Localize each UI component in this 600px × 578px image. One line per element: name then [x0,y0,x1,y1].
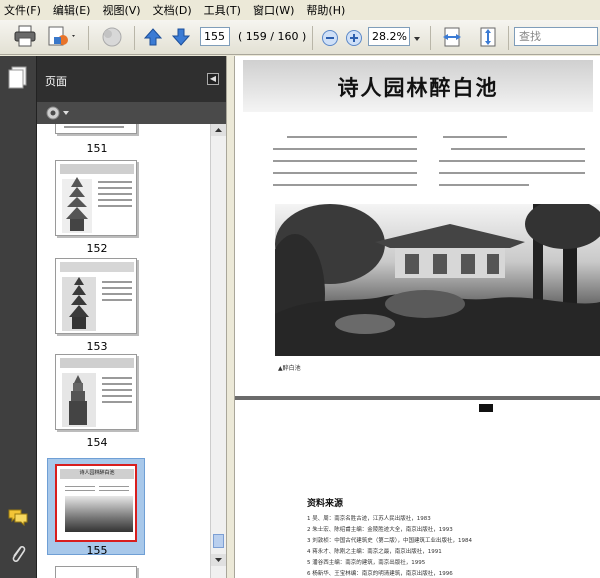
print-button[interactable] [12,24,38,48]
scroll-up-icon[interactable] [211,124,226,136]
garden-photo [275,204,600,356]
panel-options [37,102,226,124]
title-band: 诗人园林醉白池 [243,60,593,112]
scan-mark [479,404,493,412]
page-number-input[interactable]: 155 [200,27,230,46]
thumbnail-label: 152 [86,242,108,255]
zoom-in-button[interactable] [344,26,364,50]
panel-splitter[interactable] [226,56,235,578]
thumbnail-156[interactable] [55,566,137,578]
comments-icon [8,509,28,527]
thumbnail-label: 151 [86,142,108,155]
menu-tools[interactable]: 工具(T) [204,2,241,18]
toolbar: 155 ( 159 / 160 ) 28.2% 查找 [0,20,600,55]
fit-width-icon [443,27,461,47]
reference-item: 2 朱士宏、陈绍甫主编：金陵胜迹大全，南京出版社，1993 [307,527,453,533]
menu-edit[interactable]: 编辑(E) [53,2,91,18]
pages-panel: 页面 ◀ 151 152 153 154 诗人园林醉白池 155 [37,56,226,578]
thumbnail-label: 154 [86,436,108,449]
attachments-button[interactable] [9,543,27,568]
pages-panel-button[interactable] [8,66,28,93]
fit-page-icon [480,27,496,47]
thumbnail-heading: 诗人园林醉白池 [79,470,115,476]
comments-button[interactable] [7,508,29,529]
menu-document[interactable]: 文档(D) [153,2,192,18]
pages-icon [8,66,27,89]
menu-file[interactable]: 文件(F) [4,2,41,18]
thumbnail-scrollbar[interactable] [210,124,226,578]
arrow-down-icon [171,28,191,46]
fit-width-button[interactable] [440,25,464,49]
sync-button[interactable] [98,25,126,49]
minus-circle-icon [322,30,338,46]
reference-item: 6 杨新华、王宝林编：南京的明清建筑，南京出版社，1996 [307,571,453,577]
options-button[interactable] [45,105,71,124]
page-title: 诗人园林醉白池 [337,75,499,100]
page-155: 诗人园林醉白池 ▲醉白池 [235,56,600,396]
search-input[interactable]: 查找 [514,27,598,46]
thumbnail-155[interactable]: 诗人园林醉白池 [55,464,137,542]
paperclip-icon [12,545,26,563]
menu-bar: 文件(F) 编辑(E) 视图(V) 文档(D) 工具(T) 窗口(W) 帮助(H… [0,0,600,20]
panel-collapse-button[interactable]: ◀ [207,73,219,85]
page-count: ( 159 / 160 ) [238,30,307,43]
fit-page-button[interactable] [476,25,500,49]
panel-title: 页面 [45,75,67,88]
pavilion-photo-image [275,204,600,356]
plus-circle-icon [346,30,362,46]
panel-header: 页面 ◀ [37,56,226,102]
pagoda-image [62,277,96,331]
thumbnail-154[interactable] [55,354,137,430]
thumbnail-152[interactable] [55,160,137,236]
reference-item: 1 吴、周：南京名胜古迹，江苏人民出版社，1983 [307,516,431,522]
zoom-level-input[interactable]: 28.2% [368,27,410,46]
menu-help[interactable]: 帮助(H) [306,2,345,18]
globe-icon [102,27,122,47]
thumbnail-label: 153 [86,340,108,353]
collaborate-button[interactable] [44,24,78,48]
reference-item: 3 刘敦桢：中国古代建筑史（第二版），中国建筑工业出版社，1984 [307,538,472,544]
thumbnail-list: 151 152 153 154 诗人园林醉白池 155 [37,124,210,578]
reference-item: 4 蒋永才、陈刚之主编：南京之最，南京出版社，1991 [307,549,442,555]
references-title: 资料来源 [307,499,344,509]
thumbnail-153[interactable] [55,258,137,334]
zoom-dropdown[interactable] [412,27,422,51]
next-page-button[interactable] [170,25,192,49]
menu-window[interactable]: 窗口(W) [253,2,294,18]
scroll-down-icon[interactable] [211,554,226,566]
scroll-thumb[interactable] [213,534,224,548]
tower-image [62,373,96,427]
printer-icon [14,25,36,47]
navigation-strip [0,56,37,578]
document-share-icon [48,26,75,46]
arrow-up-icon [143,28,163,46]
thumbnail-151[interactable] [55,124,137,134]
reference-item: 5 潘谷西主编：南京的建筑，南京出版社，1995 [307,560,426,566]
gear-icon [46,106,69,120]
zoom-out-button[interactable] [320,26,340,50]
previous-page-button[interactable] [142,25,164,49]
photo-caption: ▲醉白池 [278,365,301,372]
menu-view[interactable]: 视图(V) [102,2,140,18]
thumbnail-label: 155 [86,544,108,557]
page-156: 资料来源 1 吴、周：南京名胜古迹，江苏人民出版社，1983 2 朱士宏、陈绍甫… [235,400,600,578]
document-view: 诗人园林醉白池 ▲醉白池 资料来源 1 吴、周：南京名胜古迹，江苏人民出版社，1… [235,56,600,578]
chevron-down-icon [414,37,420,41]
